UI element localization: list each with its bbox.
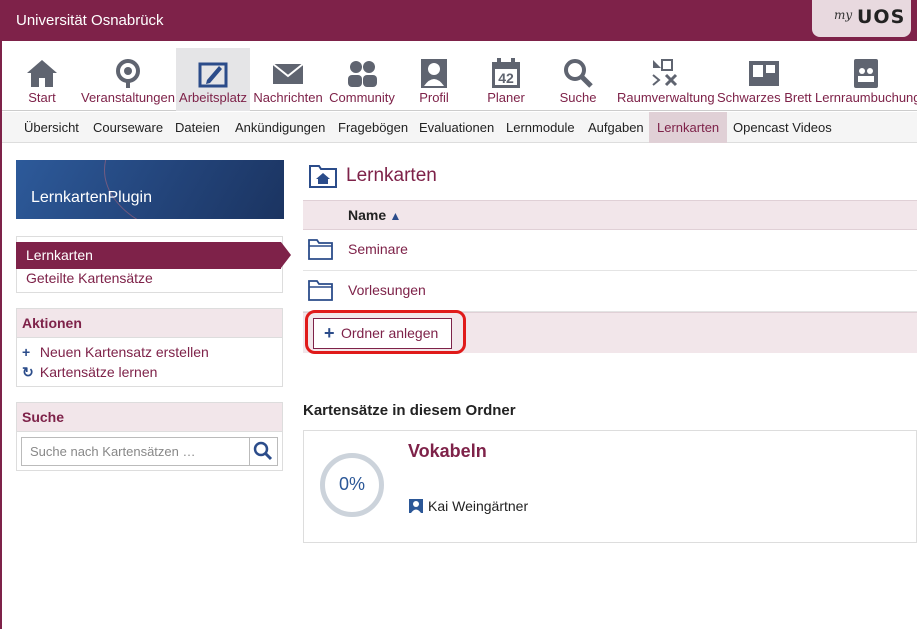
mail-icon xyxy=(272,63,304,84)
plus-icon: + xyxy=(22,344,31,360)
tab-ankuendigungen[interactable]: Ankündigungen xyxy=(235,112,325,143)
tab-uebersicht[interactable]: Übersicht xyxy=(24,112,79,143)
card-set-author[interactable]: Kai Weingärtner xyxy=(409,498,528,514)
search-widget: Suche Suche nach Kartensätzen … xyxy=(16,402,283,471)
calendar-day: 42 xyxy=(498,70,514,86)
nav-schwarzes-brett[interactable]: Schwarzes Brett xyxy=(717,48,812,111)
folder-icon xyxy=(308,239,333,260)
community-icon xyxy=(348,61,377,87)
progress-value: 0% xyxy=(338,474,365,494)
nav-planer[interactable]: 42 Planer xyxy=(484,48,528,111)
search-icon xyxy=(253,441,273,461)
nav-lernraumbuchung[interactable]: Lernraumbuchung xyxy=(815,48,917,111)
nav-raumverwaltung[interactable]: Raumverwaltung xyxy=(617,48,715,111)
home-icon xyxy=(27,60,57,87)
plugin-banner: LernkartenPlugin xyxy=(16,160,284,219)
tab-aufgaben[interactable]: Aufgaben xyxy=(588,112,644,143)
folder-icon xyxy=(308,280,333,301)
refresh-icon: ↻ xyxy=(22,364,34,380)
search-input[interactable]: Suche nach Kartensätzen … xyxy=(21,437,250,466)
sub-navigation: Übersicht Courseware Dateien Ankündigung… xyxy=(0,112,917,143)
folder-name[interactable]: Seminare xyxy=(348,241,408,257)
profile-icon xyxy=(421,59,447,88)
my-logo-text: my xyxy=(834,8,853,22)
progress-ring: 0% xyxy=(320,453,384,517)
folder-row[interactable]: Vorlesungen xyxy=(303,271,917,312)
tab-evaluationen[interactable]: Evaluationen xyxy=(419,112,494,143)
table-header: Name ▲ xyxy=(303,200,917,230)
tab-frageboegen[interactable]: Fragebögen xyxy=(338,112,408,143)
seminar-icon xyxy=(115,59,140,88)
column-name-header[interactable]: Name ▲ xyxy=(348,207,401,223)
nav-veranstaltungen[interactable]: Veranstaltungen xyxy=(81,48,175,111)
learn-sets-action[interactable]: ↻ Kartensätze lernen xyxy=(22,364,157,381)
page-title: Lernkarten xyxy=(346,165,437,186)
top-bar: Universität Osnabrück my UOS xyxy=(0,0,917,41)
tab-courseware[interactable]: Courseware xyxy=(93,112,163,143)
sidebar-item-lernkarten[interactable]: Lernkarten xyxy=(16,242,291,269)
board-icon xyxy=(749,61,779,86)
search-button[interactable] xyxy=(249,437,278,466)
nav-community[interactable]: Community xyxy=(328,48,396,111)
nav-nachrichten[interactable]: Nachrichten xyxy=(253,48,323,111)
uos-logo-text: UOS xyxy=(857,6,906,28)
tab-lernmodule[interactable]: Lernmodule xyxy=(506,112,575,143)
tab-dateien[interactable]: Dateien xyxy=(175,112,220,143)
tab-lernkarten[interactable]: Lernkarten xyxy=(649,112,728,143)
nav-suche[interactable]: Suche xyxy=(558,48,598,111)
search-icon xyxy=(564,59,593,88)
actions-widget: Aktionen + Neuen Kartensatz erstellen ↻ … xyxy=(16,308,283,387)
search-title: Suche xyxy=(17,403,282,432)
folder-name[interactable]: Vorlesungen xyxy=(348,282,426,298)
folder-row[interactable]: Seminare xyxy=(303,230,917,271)
user-icon xyxy=(409,499,423,513)
university-brand[interactable]: Universität Osnabrück xyxy=(16,12,164,29)
my-uos-logo[interactable]: my UOS xyxy=(812,0,911,37)
main-navigation: Start Veranstaltungen Arbeitsplatz Nachr… xyxy=(0,41,917,111)
create-set-action[interactable]: + Neuen Kartensatz erstellen xyxy=(22,344,209,360)
folder-home-icon xyxy=(309,165,337,188)
highlight-annotation xyxy=(305,310,466,354)
card-set-tile[interactable]: 0% Vokabeln Kai Weingärtner xyxy=(303,430,917,543)
nav-profil[interactable]: Profil xyxy=(413,48,455,111)
booking-icon xyxy=(854,59,878,88)
sidebar-item-geteilte-kartensaetze[interactable]: Geteilte Kartensätze xyxy=(26,270,153,286)
sort-ascending-icon: ▲ xyxy=(386,209,402,223)
plugin-title: LernkartenPlugin xyxy=(31,189,152,206)
nav-arbeitsplatz[interactable]: Arbeitsplatz xyxy=(176,48,250,111)
actions-title: Aktionen xyxy=(17,309,282,338)
room-icon xyxy=(651,59,677,87)
sidebar-navigation: Lernkarten Geteilte Kartensätze xyxy=(16,236,291,293)
workplace-icon xyxy=(198,62,228,88)
calendar-icon: 42 xyxy=(492,58,520,88)
section-title: Kartensätze in diesem Ordner xyxy=(303,402,516,419)
tab-opencast-videos[interactable]: Opencast Videos xyxy=(733,112,832,143)
left-edge xyxy=(0,0,2,629)
card-set-title[interactable]: Vokabeln xyxy=(408,441,487,462)
nav-start[interactable]: Start xyxy=(22,48,62,111)
